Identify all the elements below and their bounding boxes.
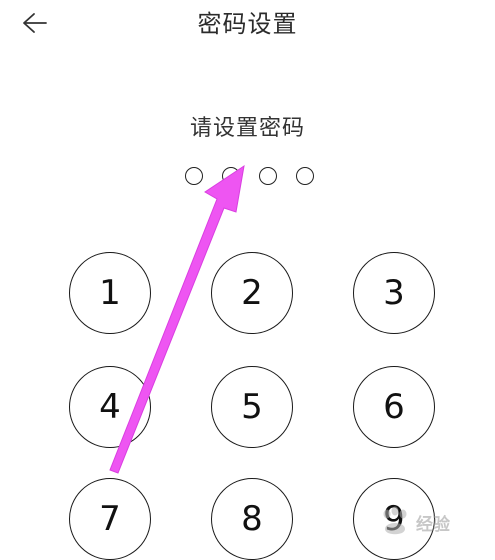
keypad-key-2[interactable]: 2 (211, 252, 293, 334)
pin-prompt: 请设置密码 (189, 116, 305, 141)
pin-indicator (185, 167, 320, 189)
pin-dot (185, 167, 203, 185)
watermark: 经验 (378, 500, 493, 544)
keypad-key-1[interactable]: 1 (69, 252, 151, 334)
keypad-key-7[interactable]: 7 (69, 478, 151, 560)
watermark-text: 经验 (416, 514, 450, 535)
pin-dot (222, 167, 240, 185)
page-title: 密码设置 (197, 10, 298, 38)
paw-icon (383, 506, 407, 535)
keypad-key-8[interactable]: 8 (211, 478, 293, 560)
keypad-key-5[interactable]: 5 (211, 366, 293, 448)
keypad-key-4[interactable]: 4 (69, 366, 151, 448)
keypad-key-3[interactable]: 3 (353, 252, 435, 334)
pin-dot (259, 167, 277, 185)
pin-dot (296, 167, 314, 185)
keypad-key-6[interactable]: 6 (353, 366, 435, 448)
header-bar: 密码设置 (0, 0, 495, 46)
